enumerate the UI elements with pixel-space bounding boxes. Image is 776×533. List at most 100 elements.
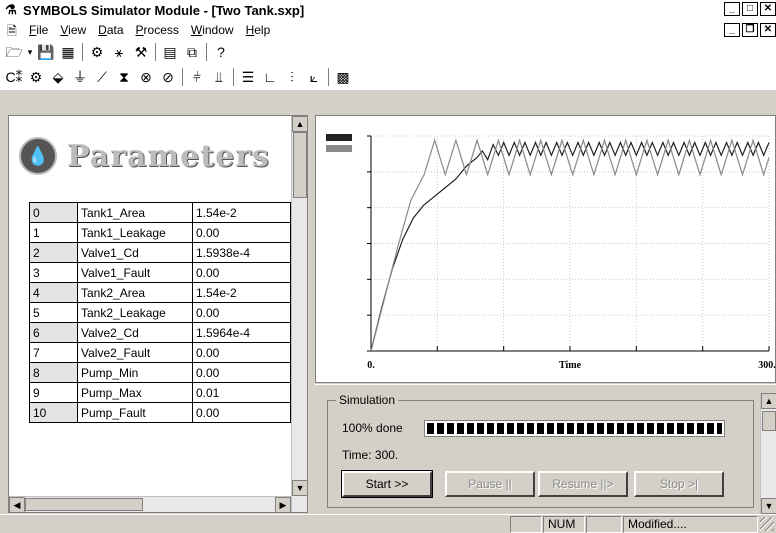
title-bar[interactable]: ⚗ SYMBOLS Simulator Module - [Two Tank.s… bbox=[0, 0, 776, 20]
x-tick-label: 300. bbox=[758, 360, 776, 371]
histogram-icon[interactable]: ⫫ bbox=[208, 66, 230, 88]
toolbar-separator bbox=[328, 68, 329, 86]
scroll-thumb[interactable] bbox=[762, 411, 776, 431]
parameter-value[interactable]: 1.54e-2 bbox=[192, 282, 291, 303]
network-icon[interactable]: ⚹ bbox=[108, 41, 130, 63]
scale-icon[interactable]: ⫶ bbox=[281, 66, 303, 88]
scroll-thumb[interactable] bbox=[293, 132, 307, 198]
parameter-row[interactable]: 9 Pump_Max 0.01 bbox=[29, 382, 291, 403]
list-icon[interactable]: ☰ bbox=[237, 66, 259, 88]
scroll-left-button[interactable]: ◀ bbox=[9, 497, 25, 513]
open-icon[interactable]: 🗁 bbox=[3, 41, 25, 63]
menu-process[interactable]: Process bbox=[130, 21, 185, 39]
caption-buttons: _ □ ✕ bbox=[724, 2, 776, 16]
timer-icon[interactable]: ⊘ bbox=[157, 66, 179, 88]
parameters-horizontal-scrollbar[interactable]: ◀ ▶ bbox=[9, 496, 291, 513]
scroll-right-button[interactable]: ▶ bbox=[275, 497, 291, 513]
pause-button[interactable]: Pause || bbox=[445, 471, 535, 497]
maximize-button[interactable]: □ bbox=[742, 2, 758, 16]
menu-file[interactable]: File bbox=[23, 21, 54, 39]
simulation-vertical-scrollbar[interactable]: ▲ ▼ bbox=[760, 393, 776, 514]
x-axis-label: Time bbox=[559, 360, 582, 371]
scroll-up-button[interactable]: ▲ bbox=[292, 116, 308, 132]
toolbar-separator bbox=[233, 68, 234, 86]
document-icon[interactable]: 🗎 bbox=[3, 22, 21, 38]
parameter-row[interactable]: 4 Tank2_Area 1.54e-2 bbox=[29, 282, 291, 303]
start-button[interactable]: Start >> bbox=[341, 470, 433, 498]
compile-icon[interactable]: C⁑ bbox=[3, 66, 25, 88]
simulation-panel: Simulation 100% done Time: 300. Start >>… bbox=[315, 384, 776, 514]
parameter-row[interactable]: 5 Tank2_Leakage 0.00 bbox=[29, 302, 291, 323]
scroll-down-button[interactable]: ▼ bbox=[761, 498, 776, 514]
parameter-value[interactable]: 0.00 bbox=[192, 302, 291, 323]
parameters-table: 0 Tank1_Area 1.54e-2 1 Tank1_Leakage 0.00 2 Val… bbox=[29, 202, 291, 423]
parameter-index: 0 bbox=[29, 202, 78, 223]
scroll-down-button[interactable]: ▼ bbox=[292, 480, 308, 496]
probe-icon[interactable]: ⟋ bbox=[91, 66, 113, 88]
menu-help[interactable]: Help bbox=[240, 21, 277, 39]
parameter-value[interactable]: 0.00 bbox=[192, 262, 291, 283]
parameter-row[interactable]: 10 Pump_Fault 0.00 bbox=[29, 402, 291, 423]
parameter-value[interactable]: 1.5964e-4 bbox=[192, 322, 291, 343]
simulation-chart: 0. 300. Time bbox=[367, 135, 776, 371]
menu-bar: 🗎 File View Data Process Window Help _ ❐… bbox=[0, 20, 776, 40]
toolbar-separator bbox=[82, 43, 83, 61]
parameter-index: 7 bbox=[29, 342, 78, 363]
help-icon[interactable]: ? bbox=[210, 41, 232, 63]
bus-icon[interactable]: ⫩ bbox=[186, 66, 208, 88]
parameter-row[interactable]: 0 Tank1_Area 1.54e-2 bbox=[29, 202, 291, 223]
menu-view-mnemonic: V bbox=[60, 23, 69, 37]
parameters-vertical-scrollbar[interactable]: ▲ ▼ bbox=[291, 116, 308, 512]
graph-icon[interactable]: ⟀ bbox=[303, 66, 325, 88]
parameter-value[interactable]: 0.00 bbox=[192, 342, 291, 363]
process-icon[interactable]: ⚙ bbox=[25, 66, 47, 88]
parameter-row[interactable]: 3 Valve1_Fault 0.00 bbox=[29, 262, 291, 283]
standard-toolbar: 🗁 ▾ 💾 ▦ ⚙ ⚹ ⚒ ▤ ⧉ ? bbox=[0, 40, 776, 64]
parameter-value[interactable]: 0.00 bbox=[192, 402, 291, 423]
parameter-row[interactable]: 7 Valve2_Fault 0.00 bbox=[29, 342, 291, 363]
menu-data[interactable]: Data bbox=[92, 21, 129, 39]
menu-view[interactable]: View bbox=[54, 21, 92, 39]
parameter-value[interactable]: 1.5938e-4 bbox=[192, 242, 291, 263]
calculator-icon[interactable]: ▤ bbox=[159, 41, 181, 63]
parameter-row[interactable]: 1 Tank1_Leakage 0.00 bbox=[29, 222, 291, 243]
parameter-index: 4 bbox=[29, 282, 78, 303]
resume-button[interactable]: Resume ||> bbox=[538, 471, 628, 497]
mdi-restore-button[interactable]: ❐ bbox=[742, 23, 758, 37]
hourglass-icon[interactable]: ⧗ bbox=[113, 66, 135, 88]
parameter-row[interactable]: 8 Pump_Min 0.00 bbox=[29, 362, 291, 383]
menu-window[interactable]: Window bbox=[185, 21, 240, 39]
parameter-index: 1 bbox=[29, 222, 78, 243]
save-all-icon[interactable]: ▦ bbox=[57, 41, 79, 63]
save-icon[interactable]: 💾 bbox=[35, 41, 57, 63]
resize-grip-icon[interactable] bbox=[760, 517, 774, 531]
status-bar: NUM Modified.... bbox=[0, 514, 776, 533]
dropdown-arrow-icon[interactable]: ▾ bbox=[25, 41, 35, 63]
parameter-value[interactable]: 0.01 bbox=[192, 382, 291, 403]
parameter-row[interactable]: 2 Valve1_Cd 1.5938e-4 bbox=[29, 242, 291, 263]
app-icon: ⚗ bbox=[5, 2, 17, 17]
window-title: SYMBOLS Simulator Module - [Two Tank.sxp… bbox=[23, 2, 305, 18]
minimize-button[interactable]: _ bbox=[724, 2, 740, 16]
mdi-minimize-button[interactable]: _ bbox=[724, 23, 740, 37]
axis-icon[interactable]: ∟ bbox=[259, 66, 281, 88]
process-icon[interactable]: ⚙ bbox=[86, 41, 108, 63]
parameter-name: Pump_Max bbox=[77, 382, 193, 403]
scroll-up-button[interactable]: ▲ bbox=[761, 393, 776, 409]
stop-button[interactable]: Stop >| bbox=[634, 471, 724, 497]
close-button[interactable]: ✕ bbox=[760, 2, 776, 16]
clock-icon[interactable]: ⊗ bbox=[135, 66, 157, 88]
tools-icon[interactable]: ⚒ bbox=[130, 41, 152, 63]
grid-icon[interactable]: ▩ bbox=[332, 66, 354, 88]
window-icon[interactable]: ⧉ bbox=[181, 41, 203, 63]
parameter-value[interactable]: 1.54e-2 bbox=[192, 202, 291, 223]
parameter-value[interactable]: 0.00 bbox=[192, 362, 291, 383]
parameters-pane: 💧 Parameters 0 Tank1_Area 1.54e-2 1 Tank1_Le… bbox=[8, 115, 308, 513]
scroll-thumb[interactable] bbox=[25, 498, 143, 511]
parameter-value[interactable]: 0.00 bbox=[192, 222, 291, 243]
tank-icon[interactable]: ⬙ bbox=[47, 66, 69, 88]
parameter-row[interactable]: 6 Valve2_Cd 1.5964e-4 bbox=[29, 322, 291, 343]
parameter-index: 2 bbox=[29, 242, 78, 263]
valve-icon[interactable]: ⏚ bbox=[69, 66, 91, 88]
mdi-close-button[interactable]: ✕ bbox=[760, 23, 776, 37]
